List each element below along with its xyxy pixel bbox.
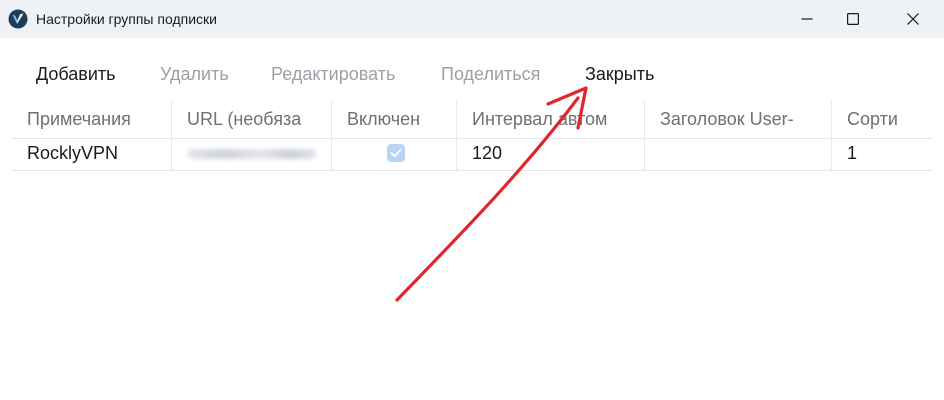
title-bar[interactable]: Настройки группы подписки — [0, 0, 944, 38]
column-header-url[interactable]: URL (необяза — [172, 100, 332, 138]
subscription-group-settings-window: Настройки группы подписки Добавить Удали… — [0, 0, 944, 400]
cell-user-agent[interactable] — [645, 138, 832, 170]
window-title: Настройки группы подписки — [36, 11, 217, 27]
minimize-button[interactable] — [784, 0, 830, 38]
table-header: Примечания URL (необяза Включен Интервал… — [12, 100, 932, 139]
close-window-button[interactable] — [890, 0, 936, 38]
close-button[interactable]: Закрыть — [585, 64, 654, 85]
delete-button[interactable]: Удалить — [160, 64, 229, 85]
enabled-checkbox[interactable] — [387, 144, 405, 162]
maximize-button[interactable] — [830, 0, 876, 38]
column-header-sort[interactable]: Сорти — [832, 100, 932, 138]
cell-enabled[interactable] — [332, 138, 457, 170]
column-header-remarks[interactable]: Примечания — [12, 100, 172, 138]
maximize-icon — [847, 13, 859, 25]
cell-sort[interactable]: 1 — [832, 138, 932, 170]
add-button[interactable]: Добавить — [36, 64, 116, 85]
cell-url[interactable] — [172, 138, 332, 170]
column-header-interval[interactable]: Интервал автом — [457, 100, 645, 138]
minimize-icon — [801, 18, 813, 20]
column-header-user-agent[interactable]: Заголовок User- — [645, 100, 832, 138]
checkmark-icon — [390, 148, 402, 158]
cell-remarks[interactable]: RocklyVPN — [12, 138, 172, 170]
share-button[interactable]: Поделиться — [441, 64, 540, 85]
close-icon — [907, 13, 919, 25]
edit-button[interactable]: Редактировать — [271, 64, 395, 85]
table-row[interactable]: RocklyVPN 120 1 — [12, 138, 932, 171]
cell-interval[interactable]: 120 — [457, 138, 645, 170]
app-logo-icon — [8, 9, 28, 29]
toolbar: Добавить Удалить Редактировать Поделитьс… — [0, 50, 944, 98]
blurred-url — [188, 149, 316, 159]
column-header-enabled[interactable]: Включен — [332, 100, 457, 138]
